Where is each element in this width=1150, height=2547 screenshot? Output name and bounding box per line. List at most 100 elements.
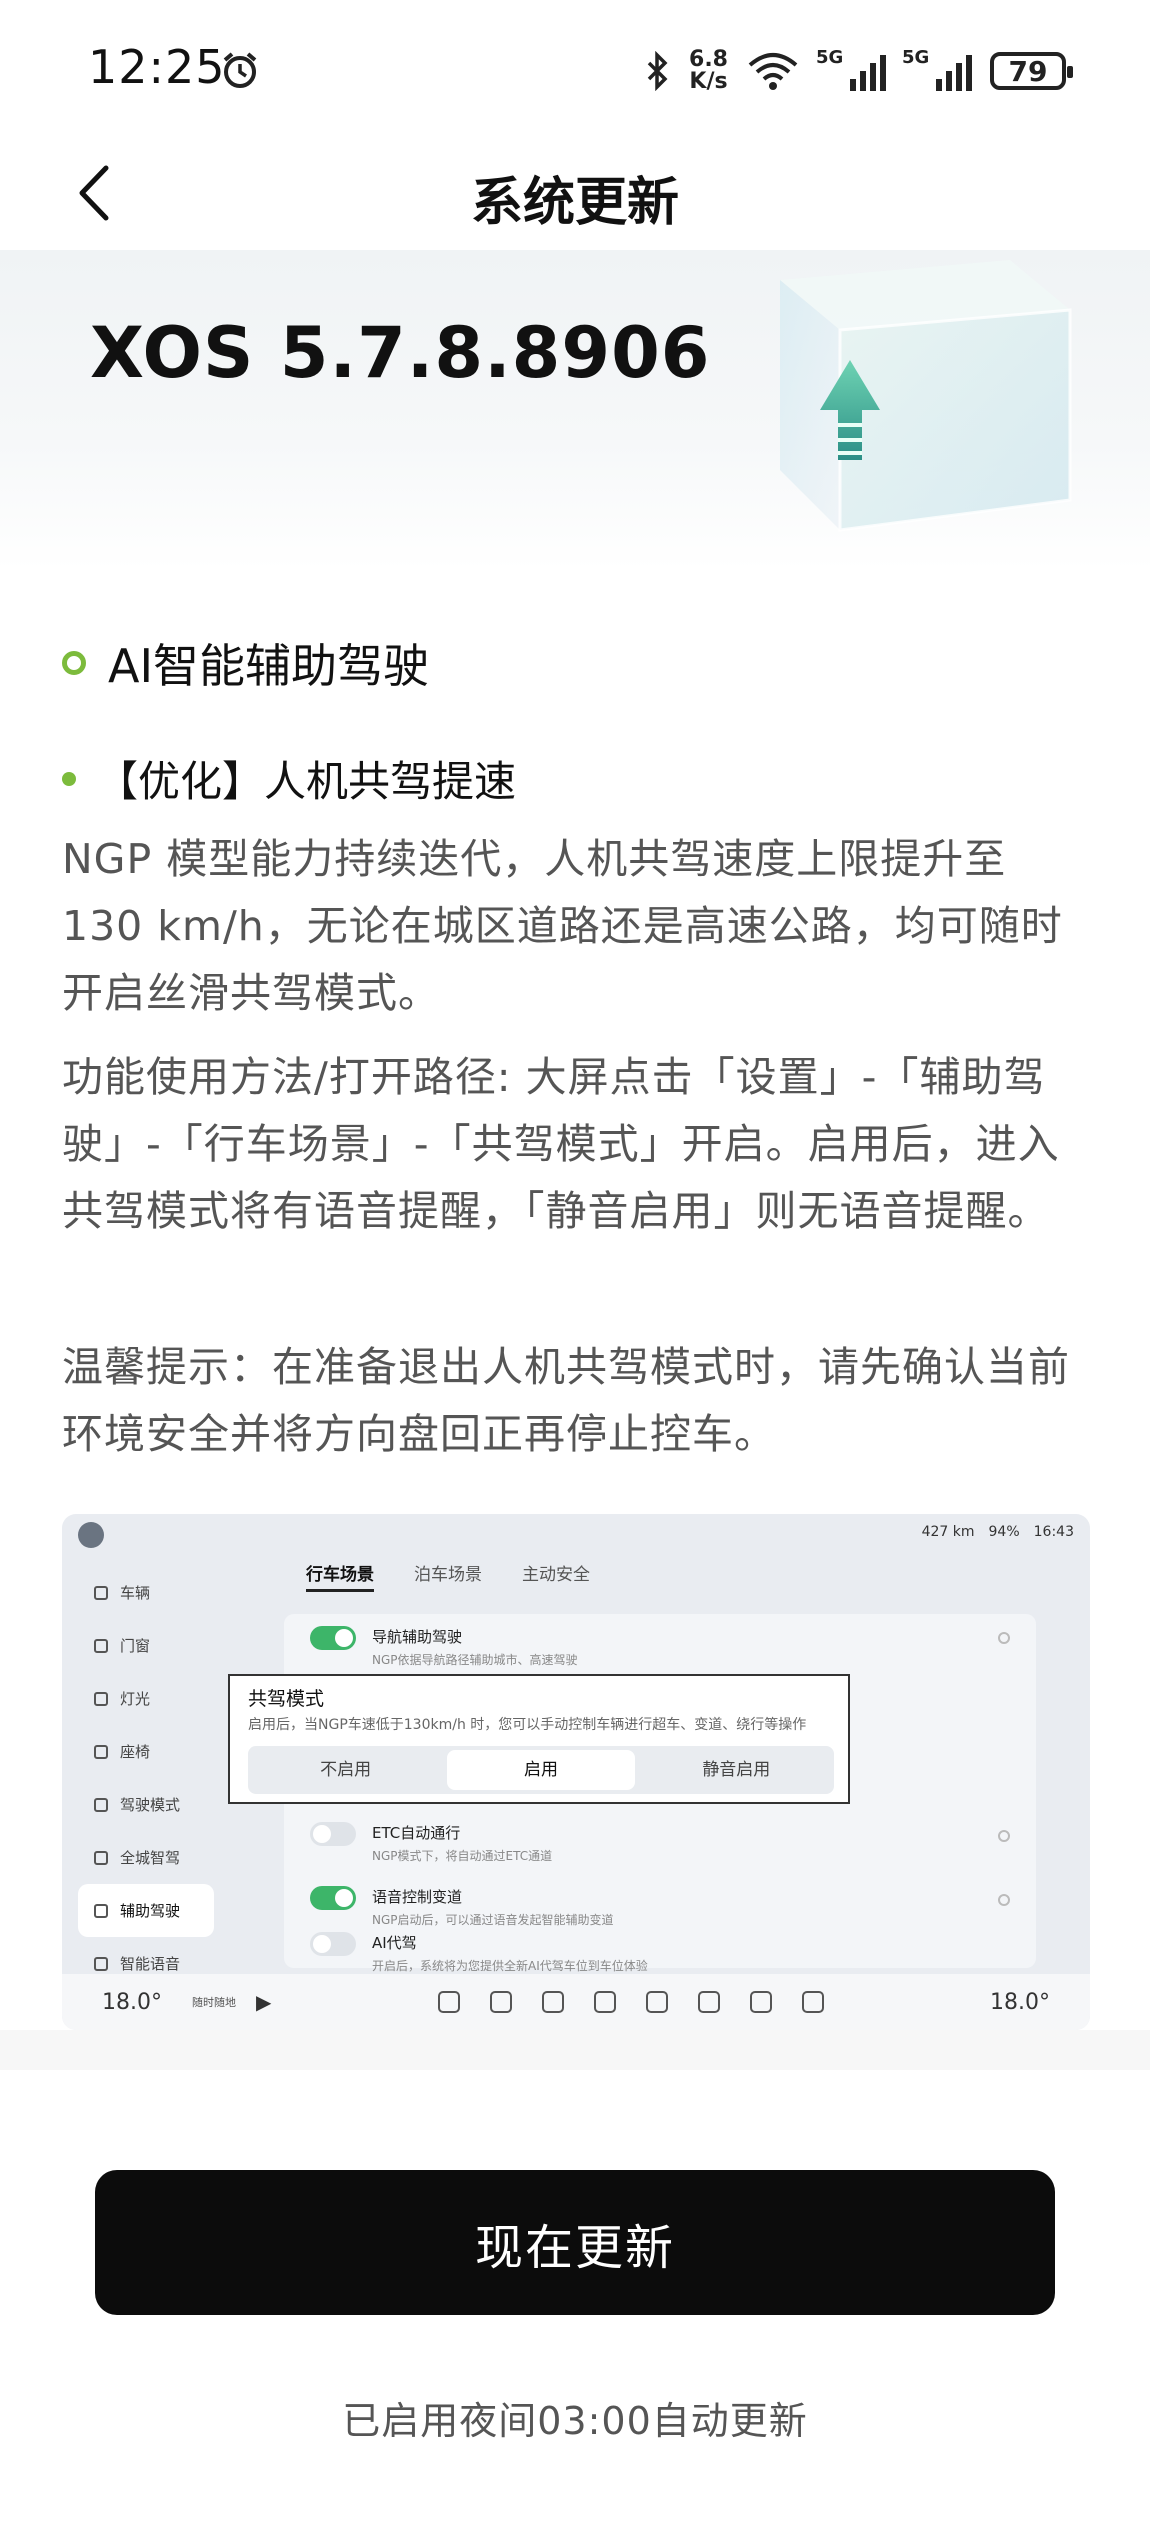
status-time: 12:25 xyxy=(88,40,226,94)
car-battery: 94% xyxy=(988,1524,1020,1540)
car-toggle-on xyxy=(310,1626,356,1650)
car-sidebar-item: 门窗 xyxy=(78,1619,288,1672)
coop-title: 共驾模式 xyxy=(248,1688,325,1710)
car-dock: 18.0° 随时随地 ▶ 18.0° xyxy=(62,1974,1090,2030)
seat-icon xyxy=(94,1744,108,1759)
city-drive-icon xyxy=(94,1850,108,1865)
signal-1-icon: 5G xyxy=(816,47,886,91)
status-bar: 12:25 6.8 K/s 5G 5G 79 xyxy=(0,0,1150,140)
play-icon: ▶ xyxy=(255,1990,272,2014)
row-arrow-icon xyxy=(998,1894,1010,1906)
section-title: AI智能辅助驾驶 xyxy=(108,639,430,693)
net-speed: 6.8 K/s xyxy=(689,49,728,93)
car-toggle-off xyxy=(310,1932,356,1956)
row-arrow-icon xyxy=(998,1632,1010,1644)
car-temp-right: 18.0° xyxy=(990,1989,1050,2015)
net-speed-unit: K/s xyxy=(689,69,728,94)
camera-360-icon xyxy=(593,1991,616,2013)
car-settings-screenshot: 427 km 94% 16:43 车辆 门窗 灯光 座椅 驾驶模式 全城智驾 辅… xyxy=(62,1514,1090,2030)
version-hero: XOS 5.7.8.8906 xyxy=(0,250,1150,570)
car-setting-row: ETC自动通行 NGP模式下，将自动通过ETC通道 xyxy=(310,1822,552,1864)
volume-icon xyxy=(801,1991,824,2013)
light-icon xyxy=(94,1691,108,1706)
car-sidebar-item-active: 辅助驾驶 xyxy=(78,1884,214,1937)
coop-segmented-control: 不启用 启用 静音启用 xyxy=(248,1746,834,1794)
car-music: 随时随地 xyxy=(192,1994,236,2010)
feature-heading: 【优化】人机共驾提速 xyxy=(62,748,516,809)
coop-option-selected: 启用 xyxy=(447,1750,635,1790)
wifi-icon xyxy=(748,53,798,90)
coop-option: 静音启用 xyxy=(702,1760,771,1780)
car-row-sub: NGP启动后，可以通过语音发起智能辅助变道 xyxy=(372,1913,614,1927)
apps-icon xyxy=(645,1991,668,2013)
car-range: 427 km xyxy=(921,1524,975,1540)
safety-tip: 温馨提示：在准备退出人机共驾模式时，请先确认当前环境安全并将方向盘回正再停止控车… xyxy=(62,1343,1070,1458)
car-row-sub: NGP依据导航路径辅助城市、高速驾驶 xyxy=(372,1653,578,1667)
car-sidebar-label: 全城智驾 xyxy=(120,1849,181,1867)
car-sidebar-item: 车辆 xyxy=(78,1566,288,1619)
update-now-button[interactable]: 现在更新 xyxy=(95,2170,1055,2315)
signal-1-label: 5G xyxy=(816,47,844,68)
fan-icon xyxy=(541,1991,564,2013)
page-title: 系统更新 xyxy=(470,173,679,233)
status-icons: 6.8 K/s 5G 5G 79 xyxy=(643,44,1073,98)
bullet-dot-icon xyxy=(62,771,76,786)
battery-icon: 79 xyxy=(990,52,1073,90)
car-status-bar: 427 km 94% 16:43 xyxy=(62,1514,1090,1556)
car-row-title: ETC自动通行 xyxy=(372,1824,461,1842)
content-divider xyxy=(0,2030,1150,2070)
car-sidebar-label: 座椅 xyxy=(120,1743,151,1761)
car-tab: 泊车场景 xyxy=(414,1565,482,1585)
signal-2-icon: 5G xyxy=(902,47,972,91)
version-number: XOS 5.7.8.8906 xyxy=(90,312,711,394)
car-sidebar-item: 全城智驾 xyxy=(78,1831,288,1884)
defrost-icon xyxy=(697,1991,720,2013)
voice-icon xyxy=(94,1956,108,1971)
car-row-sub: 开启后，系统将为您提供全新AI代驾车位到车位体验 xyxy=(372,1959,648,1973)
car-icon xyxy=(94,1585,108,1600)
signal-2-label: 5G xyxy=(902,47,930,68)
car-avatar xyxy=(78,1522,104,1548)
car-sidebar-label: 驾驶模式 xyxy=(120,1796,181,1814)
alarm-icon xyxy=(223,52,257,88)
car-row-title: 导航辅助驾驶 xyxy=(372,1628,463,1646)
net-speed-value: 6.8 xyxy=(689,47,728,72)
car-tab: 主动安全 xyxy=(522,1565,590,1585)
feature-title: 【优化】人机共驾提速 xyxy=(96,757,517,806)
section-heading: AI智能辅助驾驶 xyxy=(62,630,429,696)
bluetooth-icon xyxy=(647,51,668,91)
car-tabs: 行车场景 泊车场景 主动安全 xyxy=(306,1560,590,1592)
car-sidebar-label: 辅助驾驶 xyxy=(120,1902,181,1920)
usage-instructions: 功能使用方法/打开路径: 大屏点击「设置」-「辅助驾驶」-「行车场景」-「共驾模… xyxy=(62,1053,1060,1235)
car-tab-active: 行车场景 xyxy=(306,1560,374,1592)
car-sidebar-label: 灯光 xyxy=(120,1690,151,1708)
header: 系统更新 xyxy=(0,140,1150,250)
car-row-title: 语音控制变道 xyxy=(372,1888,463,1906)
car-music-title: 随时随地 xyxy=(191,1996,236,2009)
car-temp-left: 18.0° xyxy=(102,1989,162,2015)
car-status-items: 427 km 94% 16:43 xyxy=(922,1524,1074,1540)
car-body-icon xyxy=(489,1991,512,2013)
car-row-sub: NGP模式下，将自动通过ETC通道 xyxy=(372,1849,553,1863)
auto-update-note: 已启用夜间03:00自动更新 xyxy=(342,2399,808,2443)
coop-option: 不启用 xyxy=(320,1760,372,1780)
car-setting-row: AI代驾开启后，系统将为您提供全新AI代驾车位到车位体验 xyxy=(310,1932,648,1974)
coop-subtitle: 启用后，当NGP车速低于130km/h 时，您可以手动控制车辆进行超车、变道、绕… xyxy=(248,1717,807,1733)
feature-description: NGP 模型能力持续迭代，人机共驾速度上限提升至 130 km/h，无论在城区道… xyxy=(62,835,1063,1017)
car-toggle-on xyxy=(310,1886,356,1910)
car-sidebar-label: 车辆 xyxy=(120,1584,151,1602)
door-icon xyxy=(94,1638,108,1653)
coop-mode-dialog: 共驾模式 启用后，当NGP车速低于130km/h 时，您可以手动控制车辆进行超车… xyxy=(228,1674,850,1804)
assist-drive-icon xyxy=(94,1903,108,1918)
car-time: 16:43 xyxy=(1033,1524,1074,1540)
car-setting-row: 语音控制变道 NGP启动后，可以通过语音发起智能辅助变道 xyxy=(310,1886,614,1928)
update-cube-illustration xyxy=(780,260,1072,532)
battery-level: 79 xyxy=(1008,54,1048,88)
car-toggle-off xyxy=(310,1822,356,1846)
car-row-title: AI代驾 xyxy=(372,1934,417,1952)
home-icon xyxy=(437,1991,460,2013)
rear-defrost-icon xyxy=(749,1991,772,2013)
row-arrow-icon xyxy=(998,1830,1010,1842)
drive-mode-icon xyxy=(94,1797,108,1812)
car-sidebar-label: 门窗 xyxy=(120,1637,151,1655)
